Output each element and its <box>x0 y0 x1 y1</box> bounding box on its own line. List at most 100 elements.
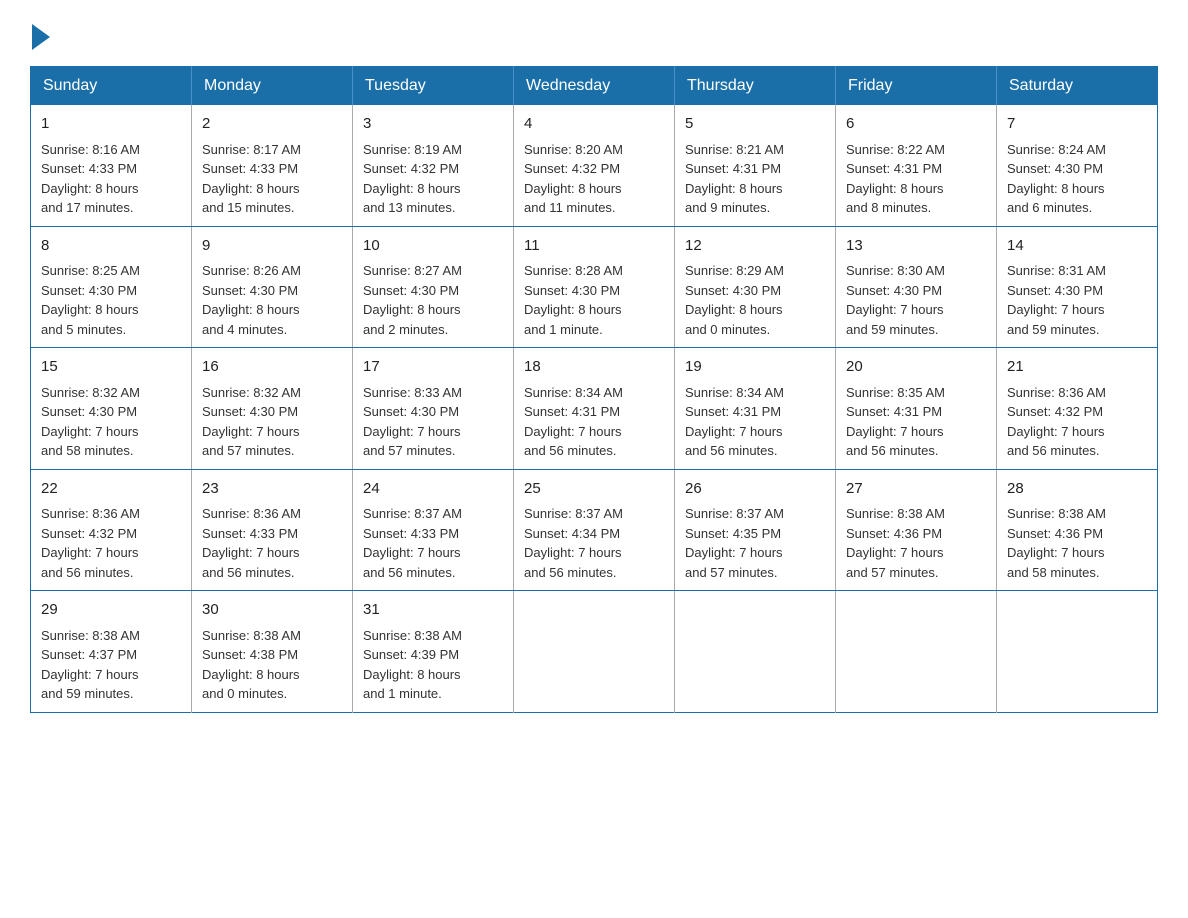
calendar-table: SundayMondayTuesdayWednesdayThursdayFrid… <box>30 66 1158 713</box>
day-number: 26 <box>685 478 825 501</box>
calendar-cell: 12 Sunrise: 8:29 AMSunset: 4:30 PMDaylig… <box>675 226 836 348</box>
calendar-header-sunday: Sunday <box>31 67 192 106</box>
day-number: 11 <box>524 235 664 258</box>
day-info: Sunrise: 8:35 AMSunset: 4:31 PMDaylight:… <box>846 385 945 459</box>
calendar-cell <box>675 591 836 713</box>
day-number: 22 <box>41 478 181 501</box>
calendar-header-thursday: Thursday <box>675 67 836 106</box>
calendar-cell: 13 Sunrise: 8:30 AMSunset: 4:30 PMDaylig… <box>836 226 997 348</box>
calendar-cell: 26 Sunrise: 8:37 AMSunset: 4:35 PMDaylig… <box>675 469 836 591</box>
day-info: Sunrise: 8:24 AMSunset: 4:30 PMDaylight:… <box>1007 142 1106 216</box>
day-info: Sunrise: 8:30 AMSunset: 4:30 PMDaylight:… <box>846 263 945 337</box>
calendar-week-row-3: 15 Sunrise: 8:32 AMSunset: 4:30 PMDaylig… <box>31 348 1158 470</box>
day-info: Sunrise: 8:37 AMSunset: 4:35 PMDaylight:… <box>685 506 784 580</box>
calendar-cell: 10 Sunrise: 8:27 AMSunset: 4:30 PMDaylig… <box>353 226 514 348</box>
day-info: Sunrise: 8:27 AMSunset: 4:30 PMDaylight:… <box>363 263 462 337</box>
day-info: Sunrise: 8:38 AMSunset: 4:36 PMDaylight:… <box>1007 506 1106 580</box>
day-number: 5 <box>685 113 825 136</box>
day-info: Sunrise: 8:21 AMSunset: 4:31 PMDaylight:… <box>685 142 784 216</box>
day-number: 29 <box>41 599 181 622</box>
day-info: Sunrise: 8:38 AMSunset: 4:39 PMDaylight:… <box>363 628 462 702</box>
calendar-cell: 20 Sunrise: 8:35 AMSunset: 4:31 PMDaylig… <box>836 348 997 470</box>
day-info: Sunrise: 8:22 AMSunset: 4:31 PMDaylight:… <box>846 142 945 216</box>
day-info: Sunrise: 8:34 AMSunset: 4:31 PMDaylight:… <box>524 385 623 459</box>
day-number: 28 <box>1007 478 1147 501</box>
calendar-header-monday: Monday <box>192 67 353 106</box>
calendar-cell <box>836 591 997 713</box>
calendar-week-row-4: 22 Sunrise: 8:36 AMSunset: 4:32 PMDaylig… <box>31 469 1158 591</box>
day-number: 9 <box>202 235 342 258</box>
logo-arrow-icon <box>32 24 50 50</box>
calendar-cell: 21 Sunrise: 8:36 AMSunset: 4:32 PMDaylig… <box>997 348 1158 470</box>
day-number: 24 <box>363 478 503 501</box>
day-number: 14 <box>1007 235 1147 258</box>
day-info: Sunrise: 8:36 AMSunset: 4:32 PMDaylight:… <box>1007 385 1106 459</box>
calendar-cell: 29 Sunrise: 8:38 AMSunset: 4:37 PMDaylig… <box>31 591 192 713</box>
day-info: Sunrise: 8:38 AMSunset: 4:38 PMDaylight:… <box>202 628 301 702</box>
day-info: Sunrise: 8:17 AMSunset: 4:33 PMDaylight:… <box>202 142 301 216</box>
calendar-header-wednesday: Wednesday <box>514 67 675 106</box>
day-number: 20 <box>846 356 986 379</box>
calendar-cell: 7 Sunrise: 8:24 AMSunset: 4:30 PMDayligh… <box>997 105 1158 226</box>
day-info: Sunrise: 8:38 AMSunset: 4:37 PMDaylight:… <box>41 628 140 702</box>
day-info: Sunrise: 8:37 AMSunset: 4:34 PMDaylight:… <box>524 506 623 580</box>
calendar-cell: 18 Sunrise: 8:34 AMSunset: 4:31 PMDaylig… <box>514 348 675 470</box>
calendar-cell: 28 Sunrise: 8:38 AMSunset: 4:36 PMDaylig… <box>997 469 1158 591</box>
calendar-cell: 15 Sunrise: 8:32 AMSunset: 4:30 PMDaylig… <box>31 348 192 470</box>
calendar-week-row-1: 1 Sunrise: 8:16 AMSunset: 4:33 PMDayligh… <box>31 105 1158 226</box>
header <box>30 20 1158 50</box>
day-number: 7 <box>1007 113 1147 136</box>
day-info: Sunrise: 8:16 AMSunset: 4:33 PMDaylight:… <box>41 142 140 216</box>
day-number: 3 <box>363 113 503 136</box>
day-info: Sunrise: 8:29 AMSunset: 4:30 PMDaylight:… <box>685 263 784 337</box>
day-info: Sunrise: 8:31 AMSunset: 4:30 PMDaylight:… <box>1007 263 1106 337</box>
calendar-cell <box>514 591 675 713</box>
day-number: 12 <box>685 235 825 258</box>
day-info: Sunrise: 8:20 AMSunset: 4:32 PMDaylight:… <box>524 142 623 216</box>
calendar-cell: 31 Sunrise: 8:38 AMSunset: 4:39 PMDaylig… <box>353 591 514 713</box>
calendar-cell: 22 Sunrise: 8:36 AMSunset: 4:32 PMDaylig… <box>31 469 192 591</box>
calendar-cell: 9 Sunrise: 8:26 AMSunset: 4:30 PMDayligh… <box>192 226 353 348</box>
calendar-cell: 25 Sunrise: 8:37 AMSunset: 4:34 PMDaylig… <box>514 469 675 591</box>
day-number: 30 <box>202 599 342 622</box>
calendar-cell: 16 Sunrise: 8:32 AMSunset: 4:30 PMDaylig… <box>192 348 353 470</box>
day-number: 2 <box>202 113 342 136</box>
day-number: 19 <box>685 356 825 379</box>
calendar-cell: 2 Sunrise: 8:17 AMSunset: 4:33 PMDayligh… <box>192 105 353 226</box>
calendar-cell: 3 Sunrise: 8:19 AMSunset: 4:32 PMDayligh… <box>353 105 514 226</box>
calendar-cell: 23 Sunrise: 8:36 AMSunset: 4:33 PMDaylig… <box>192 469 353 591</box>
day-info: Sunrise: 8:33 AMSunset: 4:30 PMDaylight:… <box>363 385 462 459</box>
day-info: Sunrise: 8:36 AMSunset: 4:33 PMDaylight:… <box>202 506 301 580</box>
calendar-cell: 30 Sunrise: 8:38 AMSunset: 4:38 PMDaylig… <box>192 591 353 713</box>
logo-block <box>30 20 50 50</box>
day-number: 17 <box>363 356 503 379</box>
day-info: Sunrise: 8:38 AMSunset: 4:36 PMDaylight:… <box>846 506 945 580</box>
day-number: 16 <box>202 356 342 379</box>
logo-top-row <box>30 20 50 50</box>
calendar-cell: 5 Sunrise: 8:21 AMSunset: 4:31 PMDayligh… <box>675 105 836 226</box>
calendar-cell: 24 Sunrise: 8:37 AMSunset: 4:33 PMDaylig… <box>353 469 514 591</box>
calendar-header-saturday: Saturday <box>997 67 1158 106</box>
day-number: 23 <box>202 478 342 501</box>
day-info: Sunrise: 8:37 AMSunset: 4:33 PMDaylight:… <box>363 506 462 580</box>
calendar-cell: 1 Sunrise: 8:16 AMSunset: 4:33 PMDayligh… <box>31 105 192 226</box>
day-number: 10 <box>363 235 503 258</box>
day-number: 6 <box>846 113 986 136</box>
calendar-cell: 17 Sunrise: 8:33 AMSunset: 4:30 PMDaylig… <box>353 348 514 470</box>
day-info: Sunrise: 8:25 AMSunset: 4:30 PMDaylight:… <box>41 263 140 337</box>
calendar-week-row-5: 29 Sunrise: 8:38 AMSunset: 4:37 PMDaylig… <box>31 591 1158 713</box>
day-number: 1 <box>41 113 181 136</box>
day-info: Sunrise: 8:34 AMSunset: 4:31 PMDaylight:… <box>685 385 784 459</box>
day-number: 31 <box>363 599 503 622</box>
calendar-cell: 14 Sunrise: 8:31 AMSunset: 4:30 PMDaylig… <box>997 226 1158 348</box>
calendar-cell: 8 Sunrise: 8:25 AMSunset: 4:30 PMDayligh… <box>31 226 192 348</box>
day-number: 8 <box>41 235 181 258</box>
page: SundayMondayTuesdayWednesdayThursdayFrid… <box>0 0 1188 743</box>
day-number: 27 <box>846 478 986 501</box>
day-number: 13 <box>846 235 986 258</box>
day-info: Sunrise: 8:26 AMSunset: 4:30 PMDaylight:… <box>202 263 301 337</box>
calendar-week-row-2: 8 Sunrise: 8:25 AMSunset: 4:30 PMDayligh… <box>31 226 1158 348</box>
calendar-header-friday: Friday <box>836 67 997 106</box>
day-info: Sunrise: 8:36 AMSunset: 4:32 PMDaylight:… <box>41 506 140 580</box>
day-number: 18 <box>524 356 664 379</box>
